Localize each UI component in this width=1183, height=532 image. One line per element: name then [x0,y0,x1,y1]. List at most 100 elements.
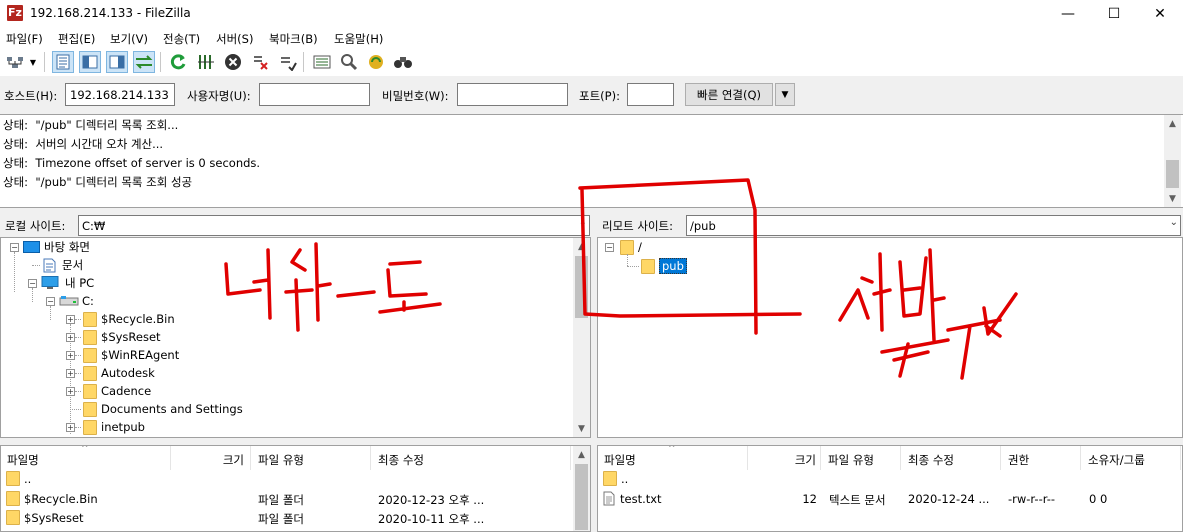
tree-collapse-icon[interactable]: − [605,243,614,252]
menu-view[interactable]: 보기(V) [110,31,148,47]
tree-node-label-selected: pub [659,258,687,274]
remote-path-combo[interactable]: /pub ⌄ [686,215,1181,236]
menu-server[interactable]: 서버(S) [216,31,253,47]
disconnect-button[interactable] [250,51,272,73]
tree-node-folder[interactable]: $WinREAgent [83,346,179,364]
tree-line [75,355,81,356]
cancel-button[interactable] [222,51,244,73]
desktop-icon [23,240,40,253]
close-button[interactable]: ✕ [1137,0,1183,28]
tree-node-label: 바탕 화면 [44,240,90,254]
scroll-thumb[interactable] [575,464,588,530]
text-file-icon [603,491,615,506]
host-input[interactable]: 192.168.214.133 [65,83,175,106]
filezilla-logo-icon: Fz [7,5,23,21]
tree-line [627,254,628,266]
chevron-down-icon: ⌄ [578,217,587,228]
tree-node-this-pc[interactable]: 내 PC [41,274,94,292]
filter-button[interactable] [311,51,333,73]
scroll-down-icon[interactable]: ▼ [573,420,590,437]
search-button[interactable] [392,51,414,73]
tree-collapse-icon[interactable]: − [10,243,19,252]
tree-collapse-icon[interactable]: − [46,297,55,306]
toggle-local-tree-button[interactable] [79,51,101,73]
tree-collapse-icon[interactable]: − [28,279,37,288]
toggle-queue-button[interactable] [133,51,155,73]
tree-expand-icon[interactable]: + [66,423,75,432]
tree-node-folder[interactable]: Cadence [83,382,151,400]
table-row[interactable]: $SysReset [6,510,84,525]
tree-node-folder[interactable]: $SysReset [83,328,161,346]
column-header-type[interactable]: 파일 유형 [821,446,901,470]
column-header-filename[interactable]: 파일명 ^ [1,446,171,470]
tree-expand-icon[interactable]: + [66,351,75,360]
menu-file[interactable]: 파일(F) [6,31,43,47]
scroll-thumb[interactable] [575,256,588,318]
toolbar: ▼ [0,48,1183,76]
tree-node-pub[interactable]: pub [641,257,687,275]
table-row[interactable]: test.txt [603,491,662,506]
column-header-type[interactable]: 파일 유형 [251,446,371,470]
scroll-thumb[interactable] [1166,160,1179,188]
tree-node-label: $WinREAgent [101,348,180,362]
quickconnect-button[interactable]: 빠른 연결(Q) [685,83,773,106]
scroll-up-icon[interactable]: ▲ [1164,115,1181,132]
site-manager-button[interactable] [4,51,26,73]
remote-site-bar: 리모트 사이트: /pub ⌄ [597,213,1183,237]
tree-node-documents[interactable]: 문서 [43,256,83,274]
menu-transfer[interactable]: 전송(T) [163,31,200,47]
password-input[interactable] [457,83,568,106]
maximize-button[interactable]: ☐ [1091,0,1137,28]
list-item-parent[interactable]: .. [6,471,31,486]
minimize-button[interactable]: — [1045,0,1091,28]
table-row[interactable]: $Recycle.Bin [6,491,98,506]
local-tree-scrollbar[interactable]: ▲ ▼ [573,238,590,437]
scroll-up-icon[interactable]: ▲ [573,446,590,463]
menu-help[interactable]: 도움말(H) [334,31,383,47]
tree-expand-icon[interactable]: + [66,333,75,342]
user-input[interactable] [259,83,370,106]
column-header-permissions[interactable]: 권한 [1001,446,1081,470]
tree-expand-icon[interactable]: + [66,369,75,378]
reconnect-button[interactable] [277,51,299,73]
menu-bookmarks[interactable]: 북마크(B) [269,31,318,47]
tree-node-drive-c[interactable]: C: [59,292,94,310]
folder-icon [641,258,655,274]
toggle-remote-tree-button[interactable] [106,51,128,73]
local-list-scrollbar[interactable]: ▲ [573,446,590,531]
refresh-button[interactable] [167,51,189,73]
tree-node-folder[interactable]: $Recycle.Bin [83,310,175,328]
tree-node-desktop[interactable]: 바탕 화면 [23,238,90,256]
compare-button[interactable] [338,51,360,73]
toggle-log-button[interactable] [52,51,74,73]
refresh-icon [170,54,186,70]
window-title: 192.168.214.133 - FileZilla [30,6,191,20]
tree-node-folder[interactable]: inetpub [83,418,145,436]
scroll-down-icon[interactable]: ▼ [1164,190,1181,207]
column-header-size[interactable]: 크기 [748,446,821,470]
cancel-icon [225,54,241,70]
column-header-modified[interactable]: 최종 수정 [901,446,1001,470]
sync-browse-button[interactable] [365,51,387,73]
tree-expand-icon[interactable]: + [66,315,75,324]
log-scrollbar[interactable]: ▲ ▼ [1164,115,1181,207]
quickconnect-dropdown[interactable]: ▼ [775,83,795,106]
tree-node-folder[interactable]: Autodesk [83,364,155,382]
column-header-filename[interactable]: 파일명 ^ [598,446,748,470]
scroll-up-icon[interactable]: ▲ [573,238,590,255]
column-header-size[interactable]: 크기 [171,446,251,470]
tree-node-root[interactable]: / [620,238,642,256]
local-file-list: 파일명 ^ 크기 파일 유형 최종 수정 .. $Recycle.Bin 파일 폴… [0,445,591,532]
list-item-parent[interactable]: .. [603,471,628,486]
column-header-modified[interactable]: 최종 수정 [371,446,571,470]
tree-expand-icon[interactable]: + [66,387,75,396]
port-input[interactable] [627,83,674,106]
tree-node-folder[interactable]: Documents and Settings [83,400,243,418]
process-queue-button[interactable] [195,51,217,73]
cell-modified: 2020-10-11 오후 ... [378,512,485,526]
column-header-owner[interactable]: 소유자/그룹 [1081,446,1181,470]
menu-edit[interactable]: 편집(E) [58,31,95,47]
site-manager-dropdown[interactable]: ▼ [27,51,39,73]
folder-icon [83,401,97,417]
local-path-combo[interactable]: C:₩ ⌄ [78,215,590,236]
